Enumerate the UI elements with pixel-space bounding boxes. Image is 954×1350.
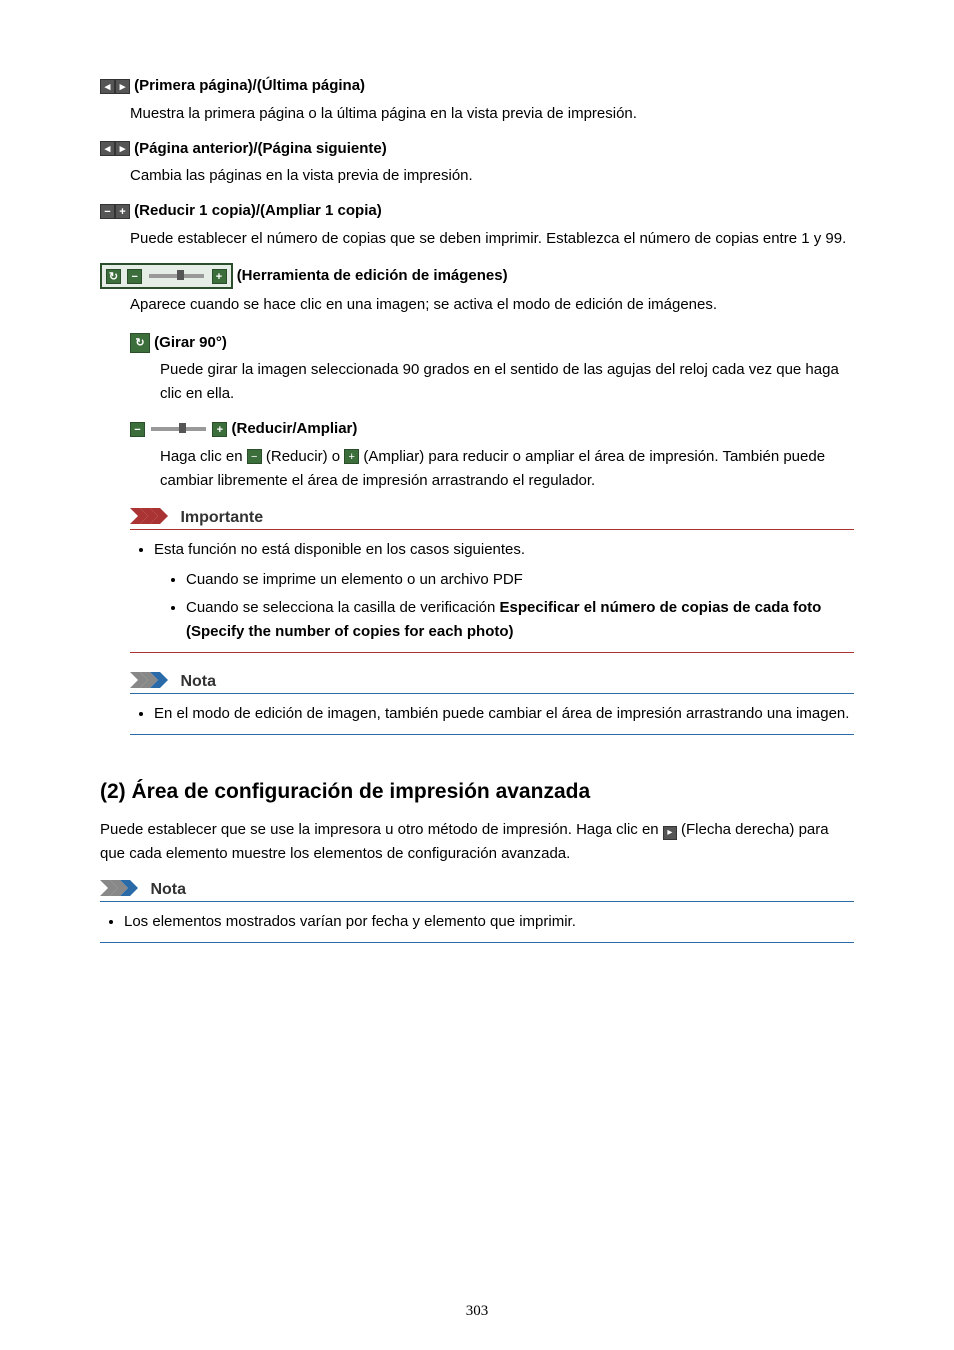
item-rotate-90: ↻ (Girar 90°)	[130, 332, 854, 355]
item-image-edit-tool: ↻ − + (Herramienta de edición de imágene…	[100, 263, 854, 289]
item-title: (Reducir/Ampliar)	[232, 420, 358, 437]
important-bullet: Cuando se selecciona la casilla de verif…	[186, 596, 854, 644]
page-number: 303	[0, 1303, 954, 1320]
note-heading: Nota	[180, 673, 216, 690]
rotate-icon: ↻	[130, 333, 150, 353]
next-page-icon: ▸	[115, 141, 130, 156]
text: Haga clic en	[160, 448, 247, 465]
zoom-out-icon: −	[247, 449, 262, 464]
note-icon	[130, 672, 170, 688]
item-description: Muestra la primera página o la última pá…	[130, 102, 854, 126]
zoom-in-icon: +	[344, 449, 359, 464]
minus-icon: −	[100, 204, 115, 219]
item-description: Cambia las páginas en la vista previa de…	[130, 164, 854, 188]
important-callout: Importante Esta función no está disponib…	[130, 508, 854, 658]
note-text: En el modo de edición de imagen, también…	[154, 702, 854, 726]
section-heading: (2) Área de configuración de impresión a…	[100, 780, 854, 804]
item-title: (Primera página)/(Última página)	[134, 77, 365, 94]
section-description: Puede establecer que se use la impresora…	[100, 818, 854, 866]
item-description: Puede girar la imagen seleccionada 90 gr…	[160, 358, 854, 406]
item-prev-next-page: ◂▸ (Página anterior)/(Página siguiente)	[100, 138, 854, 161]
important-icon	[130, 508, 170, 524]
item-reduce-enlarge: − + (Reducir/Ampliar)	[130, 418, 854, 441]
note-callout: Nota En el modo de edición de imagen, ta…	[130, 672, 854, 740]
right-arrow-icon: ▸	[663, 826, 677, 840]
item-title: (Herramienta de edición de imágenes)	[237, 266, 508, 283]
important-heading: Importante	[180, 509, 263, 526]
item-first-last-page: ◂▸ (Primera página)/(Última página)	[100, 75, 854, 98]
rotate-icon: ↻	[106, 269, 121, 284]
text: Puede establecer que se use la impresora…	[100, 821, 663, 838]
text: Cuando se selecciona la casilla de verif…	[186, 599, 500, 616]
note-icon	[100, 880, 140, 896]
note-text: Los elementos mostrados varían por fecha…	[124, 910, 854, 934]
item-title: (Girar 90°)	[154, 334, 227, 351]
zoom-in-icon: +	[212, 269, 227, 284]
item-reduce-enlarge-copy: −+ (Reducir 1 copia)/(Ampliar 1 copia)	[100, 200, 854, 223]
item-title: (Página anterior)/(Página siguiente)	[134, 140, 387, 157]
image-edit-toolbar-icon: ↻ − +	[100, 263, 233, 289]
item-description: Aparece cuando se hace clic en una image…	[130, 293, 854, 317]
first-page-icon: ◂	[100, 79, 115, 94]
note-heading: Nota	[150, 881, 186, 898]
item-description: Puede establecer el número de copias que…	[130, 227, 854, 251]
zoom-slider-icon	[151, 427, 206, 431]
note-callout: Nota Los elementos mostrados varían por …	[100, 880, 854, 948]
zoom-slider-icon	[149, 274, 204, 278]
text: (Flecha derecha)	[681, 821, 794, 838]
important-bullet: Cuando se imprime un elemento o un archi…	[186, 568, 854, 592]
zoom-out-icon: −	[127, 269, 142, 284]
zoom-in-icon: +	[212, 422, 227, 437]
zoom-out-icon: −	[130, 422, 145, 437]
plus-icon: +	[115, 204, 130, 219]
last-page-icon: ▸	[115, 79, 130, 94]
prev-page-icon: ◂	[100, 141, 115, 156]
item-description: Haga clic en − (Reducir) o + (Ampliar) p…	[160, 445, 854, 493]
item-title: (Reducir 1 copia)/(Ampliar 1 copia)	[134, 202, 382, 219]
text: (Reducir) o	[266, 448, 344, 465]
important-intro: Esta función no está disponible en los c…	[154, 538, 854, 562]
